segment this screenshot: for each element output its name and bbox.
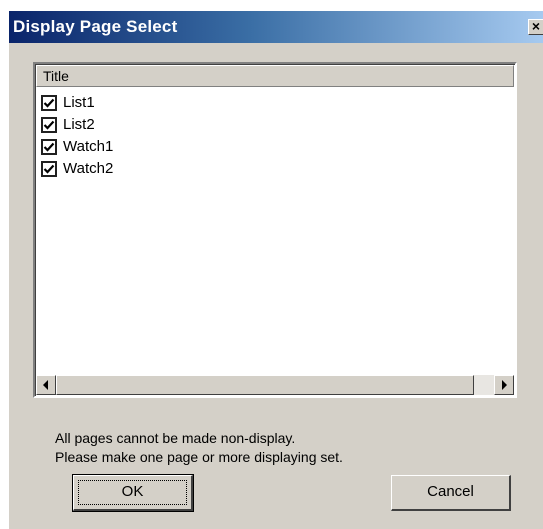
horizontal-scrollbar[interactable] [36, 375, 514, 395]
list-item[interactable]: Watch1 [39, 136, 509, 158]
dialog-window: Display Page Select × Title List1 List2 … [8, 10, 543, 529]
title-bar[interactable]: Display Page Select × [9, 11, 543, 43]
close-icon: × [531, 18, 541, 34]
page-list[interactable]: Title List1 List2 Watch1 Watch2 [33, 62, 517, 398]
window-title: Display Page Select [13, 17, 178, 36]
list-rows: List1 List2 Watch1 Watch2 [39, 92, 509, 180]
list-item-label: Watch1 [63, 138, 114, 155]
checkmark-icon [43, 142, 55, 152]
cancel-button[interactable]: Cancel [391, 475, 511, 511]
checkmark-icon [43, 164, 55, 174]
list-item-label: List1 [63, 94, 95, 111]
arrow-right-icon [502, 380, 507, 390]
column-header-title[interactable]: Title [36, 65, 514, 87]
checkmark-icon [43, 98, 55, 108]
checkbox[interactable] [41, 117, 57, 133]
info-message: All pages cannot be made non-display. Pl… [55, 429, 343, 467]
list-item-label: List2 [63, 116, 95, 133]
close-button[interactable]: × [528, 19, 543, 35]
checkbox[interactable] [41, 161, 57, 177]
ok-button[interactable]: OK [72, 474, 194, 512]
checkbox[interactable] [41, 95, 57, 111]
scroll-left-button[interactable] [36, 375, 56, 395]
list-item[interactable]: List1 [39, 92, 509, 114]
list-item-label: Watch2 [63, 160, 114, 177]
scroll-thumb[interactable] [56, 375, 474, 395]
list-item[interactable]: List2 [39, 114, 509, 136]
arrow-left-icon [43, 380, 48, 390]
message-line-2: Please make one page or more displaying … [55, 449, 343, 465]
column-header-label: Title [43, 68, 69, 84]
message-line-1: All pages cannot be made non-display. [55, 430, 296, 446]
checkbox[interactable] [41, 139, 57, 155]
focus-rectangle [78, 480, 187, 505]
scroll-right-button[interactable] [494, 375, 514, 395]
checkmark-icon [43, 120, 55, 130]
list-item[interactable]: Watch2 [39, 158, 509, 180]
cancel-button-label: Cancel [427, 483, 474, 500]
